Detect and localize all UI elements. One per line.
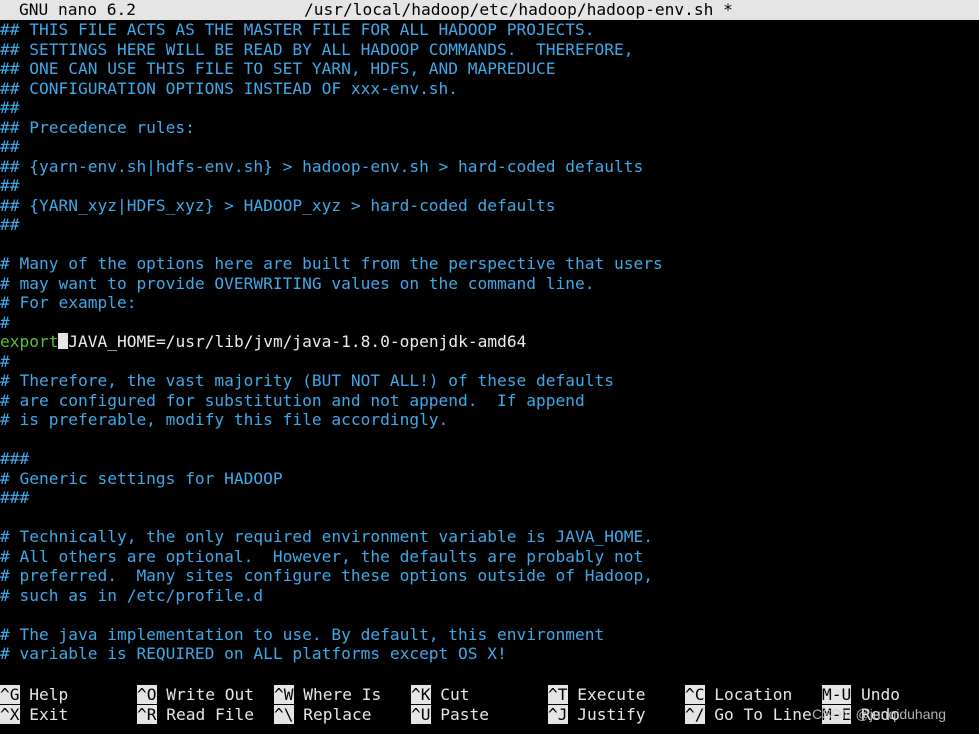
code-line[interactable]	[0, 235, 979, 255]
shortcut-label: Exit	[29, 705, 69, 724]
code-line[interactable]: #	[0, 313, 979, 333]
shortcut-label: Read File	[166, 705, 254, 724]
shortcut-key: ^X	[0, 705, 20, 724]
code-line[interactable]: # such as in /etc/profile.d	[0, 586, 979, 606]
shortcut-key: ^T	[548, 685, 568, 704]
code-line[interactable]: ## {yarn-env.sh|hdfs-env.sh} > hadoop-en…	[0, 157, 979, 177]
editor-buffer[interactable]: ## THIS FILE ACTS AS THE MASTER FILE FOR…	[0, 20, 979, 664]
shortcut-key: ^C	[685, 685, 705, 704]
shortcut-key: M-U	[822, 685, 852, 704]
code-line[interactable]: # Therefore, the vast majority (BUT NOT …	[0, 371, 979, 391]
code-line[interactable]: # preferred. Many sites configure these …	[0, 566, 979, 586]
file-path: /usr/local/hadoop/etc/hadoop/hadoop-env.…	[304, 0, 733, 19]
code-line[interactable]: ## CONFIGURATION OPTIONS INSTEAD OF xxx-…	[0, 79, 979, 99]
shortcut-write-out[interactable]: ^O Write Out	[137, 685, 254, 705]
shortcut-label: Paste	[440, 705, 489, 724]
code-line[interactable]	[0, 605, 979, 625]
shortcut-key: ^J	[548, 705, 568, 724]
shortcut-replace[interactable]: ^\ Replace	[274, 705, 371, 725]
shortcut-label: Where Is	[303, 685, 382, 704]
shortcut-undo[interactable]: M-U Undo	[822, 685, 900, 705]
code-line[interactable]: # variable is REQUIRED on ALL platforms …	[0, 644, 979, 664]
code-line[interactable]: ## {YARN_xyz|HDFS_xyz} > HADOOP_xyz > ha…	[0, 196, 979, 216]
code-line[interactable]: # is preferable, modify this file accord…	[0, 410, 979, 430]
shortcut-cut[interactable]: ^K Cut	[411, 685, 470, 705]
shortcut-label: Replace	[303, 705, 372, 724]
shortcut-key: ^W	[274, 685, 294, 704]
code-line[interactable]: ##	[0, 98, 979, 118]
code-line[interactable]: ##	[0, 176, 979, 196]
shortcut-paste[interactable]: ^U Paste	[411, 705, 489, 725]
shortcut-where-is[interactable]: ^W Where Is	[274, 685, 381, 705]
code-line[interactable]: ###	[0, 488, 979, 508]
code-line[interactable]: ## ONE CAN USE THIS FILE TO SET YARN, HD…	[0, 59, 979, 79]
code-line[interactable]: ###	[0, 449, 979, 469]
code-line[interactable]: # Many of the options here are built fro…	[0, 254, 979, 274]
code-line[interactable]	[0, 430, 979, 450]
shortcut-key: ^O	[137, 685, 157, 704]
code-line[interactable]: # Generic settings for HADOOP	[0, 469, 979, 489]
code-line[interactable]: # The java implementation to use. By def…	[0, 625, 979, 645]
code-line[interactable]: ##	[0, 137, 979, 157]
export-line[interactable]: export JAVA_HOME=/usr/lib/jvm/java-1.8.0-…	[0, 332, 979, 352]
shortcut-label: Execute	[577, 685, 646, 704]
code-line[interactable]: # Technically, the only required environ…	[0, 527, 979, 547]
shortcut-label: Write Out	[166, 685, 254, 704]
code-line[interactable]: ##	[0, 215, 979, 235]
shortcut-label: Cut	[440, 685, 470, 704]
shortcut-label: Help	[29, 685, 69, 704]
shortcut-exit[interactable]: ^X Exit	[0, 705, 68, 725]
code-line[interactable]: ## Precedence rules:	[0, 118, 979, 138]
code-line[interactable]: # are configured for substitution and no…	[0, 391, 979, 411]
code-line[interactable]: ## THIS FILE ACTS AS THE MASTER FILE FOR…	[0, 20, 979, 40]
shortcut-key: ^U	[411, 705, 431, 724]
shortcut-key: ^G	[0, 685, 20, 704]
code-line[interactable]: ## SETTINGS HERE WILL BE READ BY ALL HAD…	[0, 40, 979, 60]
shortcut-key: ^K	[411, 685, 431, 704]
shortcut-label: Justify	[577, 705, 646, 724]
terminal-window: GNU nano 6.2 /usr/local/hadoop/etc/hadoo…	[0, 0, 979, 734]
shortcut-execute[interactable]: ^T Execute	[548, 685, 645, 705]
code-line[interactable]	[0, 508, 979, 528]
shortcut-location[interactable]: ^C Location	[685, 685, 792, 705]
shortcut-help[interactable]: ^G Help	[0, 685, 68, 705]
shortcut-key: ^\	[274, 705, 294, 724]
shortcut-go-to-line[interactable]: ^/ Go To Line	[685, 705, 812, 725]
code-line[interactable]: #	[0, 352, 979, 372]
shortcut-key: ^R	[137, 705, 157, 724]
shortcut-justify[interactable]: ^J Justify	[548, 705, 645, 725]
shortcut-label: Undo	[861, 685, 900, 704]
watermark: CSDN @junqiduhang	[812, 706, 947, 722]
code-line[interactable]: # For example:	[0, 293, 979, 313]
code-line[interactable]: # All others are optional. However, the …	[0, 547, 979, 567]
export-value: JAVA_HOME=/usr/lib/jvm/java-1.8.0-openjd…	[68, 332, 527, 351]
text-cursor	[58, 333, 69, 349]
shortcut-label: Location	[714, 685, 793, 704]
shortcut-label: Go To Line	[714, 705, 812, 724]
title-bar: GNU nano 6.2 /usr/local/hadoop/etc/hadoo…	[0, 0, 979, 20]
shortcut-key: ^/	[685, 705, 705, 724]
export-keyword: export	[0, 332, 59, 351]
app-name: GNU nano 6.2	[19, 0, 136, 19]
code-line[interactable]: # may want to provide OVERWRITING values…	[0, 274, 979, 294]
shortcut-read-file[interactable]: ^R Read File	[137, 705, 254, 725]
